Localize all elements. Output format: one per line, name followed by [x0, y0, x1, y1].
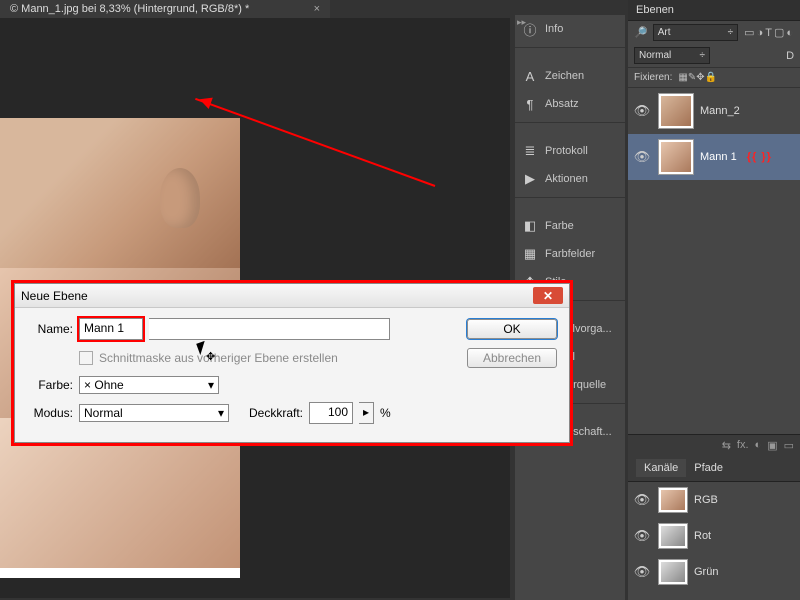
visibility-eye-icon[interactable]: 👁	[632, 103, 652, 119]
clip-mask-checkbox	[79, 351, 93, 365]
clip-mask-label: Schnittmaske aus vorheriger Ebene erstel…	[99, 351, 338, 365]
lock-option-icon[interactable]: ✎	[688, 72, 696, 83]
channel-name: Rot	[694, 530, 711, 542]
filter-type-icon[interactable]: ◑	[757, 27, 764, 39]
panel-shortcut-absatz[interactable]: ¶Absatz	[515, 90, 625, 118]
adjustment-layer-icon[interactable]: ▣	[767, 439, 777, 452]
panel-shortcut-aktionen[interactable]: ▶Aktionen	[515, 165, 625, 193]
channel-thumbnail	[658, 523, 688, 549]
mode-label: Modus:	[27, 406, 73, 420]
tab-channels[interactable]: Kanäle	[636, 459, 686, 477]
lock-option-icon[interactable]: 🔒	[705, 72, 717, 83]
panel-shortcut-zeichen[interactable]: AZeichen	[515, 62, 625, 90]
layer-name: Mann 1	[700, 151, 737, 163]
panel-icon: ≣	[523, 144, 537, 158]
name-field[interactable]	[149, 318, 390, 340]
layer-list: 👁 Mann_2 👁 Mann 1 {{ }}	[628, 88, 800, 180]
color-select[interactable]: × Ohne▾	[79, 376, 219, 394]
filter-type-icon[interactable]: T	[765, 27, 772, 39]
document-tab[interactable]: © Mann_1.jpg bei 8,33% (Hintergrund, RGB…	[0, 0, 330, 19]
opacity-label: D	[786, 50, 794, 62]
filter-type-icon[interactable]: ▭	[744, 27, 754, 39]
channel-name: Grün	[694, 566, 718, 578]
name-field-highlight: Mann 1	[79, 318, 143, 340]
panel-icon: ▦	[523, 247, 537, 261]
layers-panel-footer: ⇆ fx. ◐ ▣ ▭	[628, 434, 800, 455]
cancel-button[interactable]: Abbrechen	[467, 348, 557, 368]
panel-shortcut-info[interactable]: ⓘInfo	[515, 15, 625, 43]
layer-row[interactable]: 👁 Mann_2	[628, 88, 800, 134]
channel-row[interactable]: 👁 Grün	[628, 554, 800, 590]
right-panel-stack: Ebenen 🔎 Art÷ ▭◑T▢◐ Normal÷ D Fixieren: …	[628, 0, 800, 600]
layer-thumbnail[interactable]	[658, 139, 694, 175]
name-label: Name:	[27, 322, 73, 336]
panel-shortcut-farbfelder[interactable]: ▦Farbfelder	[515, 240, 625, 268]
opacity-label: Deckkraft:	[249, 406, 303, 420]
opacity-slider-icon[interactable]: ▸	[359, 402, 374, 424]
fx-icon[interactable]: fx.	[737, 439, 749, 451]
filter-kind-select[interactable]: Art÷	[653, 24, 738, 41]
layers-tab[interactable]: Ebenen	[628, 0, 800, 21]
document-close-icon[interactable]: ×	[314, 3, 320, 15]
lock-option-icon[interactable]: ✥	[696, 72, 704, 83]
panel-shortcut-farbe[interactable]: ◧Farbe	[515, 212, 625, 240]
blend-mode-select[interactable]: Normal÷	[634, 47, 710, 64]
mode-select[interactable]: Normal▾	[79, 404, 229, 422]
tab-paths[interactable]: Pfade	[686, 459, 731, 477]
lock-option-icon[interactable]: ▦	[678, 72, 687, 83]
new-group-icon[interactable]: ▭	[784, 439, 794, 452]
visibility-eye-icon[interactable]: 👁	[632, 564, 652, 580]
panel-icon: ¶	[523, 97, 537, 111]
filter-type-icon[interactable]: ▢	[774, 27, 784, 39]
layer-name: Mann_2	[700, 105, 740, 117]
channel-row[interactable]: 👁 Rot	[628, 518, 800, 554]
expand-panels-icon[interactable]: ▸▸	[517, 17, 526, 28]
panel-shortcut-protokoll[interactable]: ≣Protokoll	[515, 137, 625, 165]
panel-icon: A	[523, 69, 537, 83]
channels-panel: Kanäle Pfade 👁 RGB 👁 Rot 👁 Grün	[628, 455, 800, 600]
channel-name: RGB	[694, 494, 718, 506]
layer-mask-icon[interactable]: ◐	[755, 439, 762, 451]
panel-icon: ▶	[523, 172, 537, 186]
channel-thumbnail	[658, 487, 688, 513]
layer-row[interactable]: 👁 Mann 1 {{ }}	[628, 134, 800, 180]
annotation-brackets: {{ }}	[747, 151, 772, 163]
visibility-eye-icon[interactable]: 👁	[632, 492, 652, 508]
filter-type-icon[interactable]: ◐	[786, 27, 793, 39]
opacity-unit: %	[380, 406, 391, 420]
link-layers-icon[interactable]: ⇆	[722, 439, 731, 452]
close-icon[interactable]: ✕	[533, 287, 563, 304]
ok-button[interactable]: OK	[467, 319, 557, 339]
visibility-eye-icon[interactable]: 👁	[632, 149, 652, 165]
visibility-eye-icon[interactable]: 👁	[632, 528, 652, 544]
color-label: Farbe:	[27, 378, 73, 392]
channel-thumbnail	[658, 559, 688, 585]
dialog-title: Neue Ebene	[21, 289, 88, 303]
layer-thumbnail[interactable]	[658, 93, 694, 129]
layer-filter-row[interactable]: 🔎 Art÷ ▭◑T▢◐	[628, 21, 800, 44]
panel-icon: ◧	[523, 219, 537, 233]
dialog-titlebar[interactable]: Neue Ebene ✕	[15, 284, 569, 308]
channel-row[interactable]: 👁 RGB	[628, 482, 800, 518]
new-layer-dialog: Neue Ebene ✕ Name: Mann 1 OK Schnittmask…	[14, 283, 570, 443]
opacity-field[interactable]: 100	[309, 402, 353, 424]
lock-row: Fixieren: ▦✎✥🔒	[628, 67, 800, 88]
document-title: © Mann_1.jpg bei 8,33% (Hintergrund, RGB…	[10, 3, 249, 15]
